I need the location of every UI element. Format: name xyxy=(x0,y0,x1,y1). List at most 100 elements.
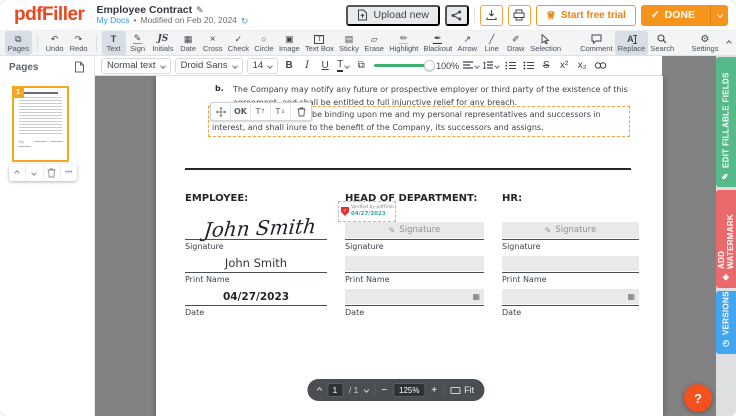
ok-button[interactable]: OK xyxy=(231,103,251,120)
toolbar-redo[interactable]: ↷Redo xyxy=(67,31,91,55)
link-button[interactable] xyxy=(593,58,607,74)
zoom-level-value[interactable]: 125% xyxy=(393,383,425,397)
underline-button[interactable]: U xyxy=(318,58,332,74)
toolbar-replace[interactable]: AReplace xyxy=(615,31,648,55)
hr-signature-field[interactable]: ✎ Signature xyxy=(502,222,639,238)
toolbar-settings[interactable]: ⚙Settings xyxy=(689,31,721,55)
page-thumbnail[interactable]: 1 Sig xyxy=(12,86,69,162)
hr-heading: HR: xyxy=(502,193,639,205)
font-size-select[interactable]: 14 xyxy=(247,58,279,74)
paragraph-style-select[interactable]: Normal text xyxy=(101,58,171,74)
toolbar-undo[interactable]: ↶Undo xyxy=(43,31,67,55)
delete-textbox-button[interactable] xyxy=(291,103,311,120)
font-family-select[interactable]: Droid Sans xyxy=(175,58,243,74)
print-button[interactable] xyxy=(508,5,531,26)
toolbar-selection[interactable]: Selection xyxy=(528,31,564,55)
upload-new-button[interactable]: Upload new xyxy=(346,5,439,26)
upload-new-icon xyxy=(357,9,368,21)
done-dropdown-button[interactable] xyxy=(710,5,728,26)
hr-date-field[interactable]: ▦ xyxy=(502,289,639,304)
download-button[interactable] xyxy=(480,5,503,26)
date-label: Date xyxy=(185,308,327,318)
date-icon: ▦ xyxy=(184,34,193,44)
align-button[interactable] xyxy=(463,58,479,74)
toolbar-check[interactable]: ✓Check xyxy=(225,31,252,55)
line-spacing-button[interactable] xyxy=(483,58,499,74)
superscript-button[interactable]: x² xyxy=(557,58,571,74)
hr-printname-field[interactable] xyxy=(502,256,639,271)
move-textbox-button[interactable] xyxy=(211,103,231,120)
toolbar-comment[interactable]: Comment xyxy=(578,31,615,55)
subscript-button[interactable]: x₂ xyxy=(575,58,589,74)
bullet-list-button[interactable] xyxy=(521,58,535,74)
toolbar-erase[interactable]: ▱Erase xyxy=(362,31,387,55)
department-printname-field[interactable] xyxy=(345,256,484,271)
start-free-trial-button[interactable]: ♕ Start free trial xyxy=(536,5,636,26)
font-size-up-button[interactable]: T↑ xyxy=(251,103,271,120)
toolbar-sticky[interactable]: ▤Sticky xyxy=(336,31,361,55)
slider-thumb[interactable] xyxy=(424,60,435,71)
toolbar-draw[interactable]: ✐Draw xyxy=(504,31,528,55)
versions-tab[interactable]: ◷ VERSIONS xyxy=(716,291,736,354)
page-more-button[interactable]: ••• xyxy=(61,164,77,181)
toolbar-initials[interactable]: JSInitials xyxy=(150,31,177,55)
italic-button[interactable]: I xyxy=(300,58,314,74)
toolbar-arrow[interactable]: ↗Arrow xyxy=(455,31,480,55)
department-date-field[interactable]: ▦ xyxy=(345,289,484,304)
printname-label: Print Name xyxy=(345,275,484,285)
move-page-up-button[interactable] xyxy=(9,164,26,181)
my-docs-link[interactable]: My Docs xyxy=(96,16,129,26)
section-divider-rule xyxy=(185,168,631,170)
toolbar-line[interactable]: ╱Line xyxy=(480,31,504,55)
zoom-in-button[interactable]: + xyxy=(431,385,437,396)
zoom-out-button[interactable]: − xyxy=(381,385,387,396)
toolbar-pages[interactable]: ⧉Pages xyxy=(5,31,32,55)
toolbar-cross[interactable]: ×Cross xyxy=(200,31,225,55)
page-number-input[interactable]: 1 xyxy=(327,383,343,397)
numbered-list-button[interactable] xyxy=(503,58,517,74)
toolbar-sign[interactable]: ✎Sign xyxy=(126,31,150,55)
toolbar-date[interactable]: ▦Date xyxy=(176,31,200,55)
toolbar-blackout[interactable]: ✒Blackout xyxy=(421,31,455,55)
pdffiller-logo[interactable]: pdfFiller xyxy=(14,4,84,26)
help-button[interactable]: ? xyxy=(684,384,712,412)
toolbar-highlight[interactable]: ✏Highlight xyxy=(387,31,421,55)
move-page-down-button[interactable] xyxy=(26,164,43,181)
version-history-icon[interactable]: ↻ xyxy=(241,16,249,26)
page-options-icon[interactable] xyxy=(74,61,85,73)
align-icon xyxy=(463,61,473,70)
employee-signature-field[interactable]: John Smith xyxy=(185,222,327,238)
department-signature-field[interactable]: ✎ Signature xyxy=(345,222,484,238)
next-page-button[interactable] xyxy=(364,387,370,393)
toolbar-search[interactable]: Search xyxy=(648,31,677,55)
opacity-slider[interactable] xyxy=(374,64,430,67)
share-button[interactable] xyxy=(445,5,469,26)
fit-button[interactable]: Fit xyxy=(450,385,474,395)
rename-icon[interactable]: ✎ xyxy=(196,5,204,15)
add-watermark-tab[interactable]: ◈ ADD WATERMARK xyxy=(716,190,736,288)
delete-page-button[interactable] xyxy=(44,164,61,181)
collapse-toolbar-button[interactable] xyxy=(727,41,731,45)
signature-label: Signature xyxy=(345,242,484,252)
employee-printname-value: John Smith xyxy=(185,256,327,270)
toolbar-text[interactable]: TText xyxy=(102,31,126,55)
chevron-down-icon xyxy=(160,63,166,69)
toolbar-textbox[interactable]: TText Box xyxy=(302,31,336,55)
employee-date-field[interactable]: 04/27/2023 xyxy=(185,289,327,304)
copy-style-button[interactable]: ⧉ xyxy=(354,58,368,74)
font-size-down-button[interactable]: T↓ xyxy=(271,103,291,120)
chevron-down-icon xyxy=(474,63,480,69)
edit-fillable-fields-tab[interactable]: ✎ EDIT FILLABLE FIELDS xyxy=(716,57,736,187)
signature-line xyxy=(502,239,639,240)
employee-signature-value: John Smith xyxy=(192,214,328,243)
bold-button[interactable]: B xyxy=(282,58,296,74)
strikethrough-button[interactable]: S xyxy=(539,58,553,74)
previous-page-button[interactable] xyxy=(316,387,322,393)
text-color-button[interactable]: T xyxy=(336,58,350,74)
toolbar-image[interactable]: ▣Image xyxy=(276,31,302,55)
toolbar-circle[interactable]: ○Circle xyxy=(252,31,277,55)
document-page[interactable]: b. The Company may notify any future or … xyxy=(156,76,663,416)
done-button[interactable]: ✓ DONE xyxy=(641,5,705,26)
employee-printname-field[interactable]: John Smith xyxy=(185,256,327,271)
check-icon: ✓ xyxy=(651,9,660,21)
